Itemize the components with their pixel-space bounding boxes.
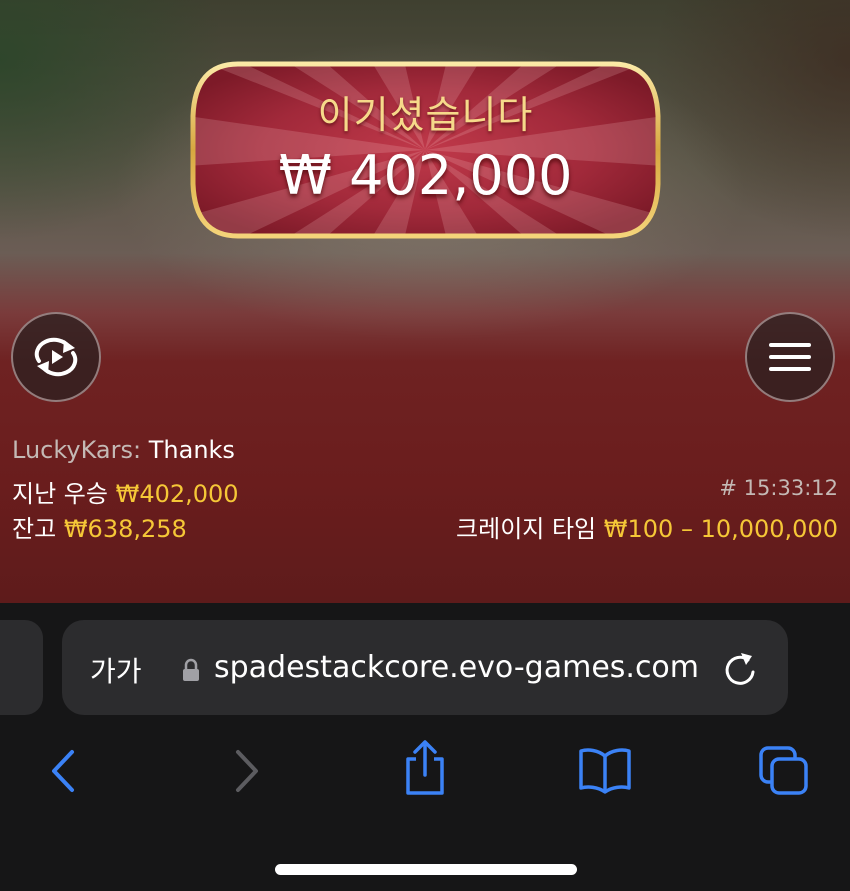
balance-label: 잔고 — [12, 515, 57, 543]
lock-icon — [183, 658, 199, 681]
chat-text: Thanks — [148, 436, 235, 464]
share-icon[interactable] — [402, 739, 448, 797]
game-info-row: 크레이지 타임 ₩100 – 10,000,000 — [456, 509, 838, 544]
url-text[interactable]: spadestackcore.evo-games.com — [214, 650, 699, 685]
game-name: 크레이지 타임 — [456, 515, 597, 543]
last-win-label: 지난 우승 — [12, 480, 108, 508]
reload-icon[interactable] — [722, 650, 758, 688]
last-win-row: 지난 우승 ₩402,000 — [12, 474, 239, 509]
address-bar[interactable]: 가가 spadestackcore.evo-games.com — [62, 620, 788, 715]
forward-icon[interactable] — [232, 748, 262, 794]
menu-button[interactable] — [745, 312, 835, 402]
balance-row: 잔고 ₩638,258 — [12, 509, 187, 544]
tabs-icon[interactable] — [758, 745, 810, 797]
bet-limits: ₩100 – 10,000,000 — [603, 515, 838, 543]
chat-message: LuckyKars: Thanks — [12, 436, 235, 464]
home-indicator[interactable] — [275, 864, 577, 875]
hamburger-menu-icon — [769, 343, 811, 371]
win-amount: ₩ 402,000 — [278, 144, 573, 207]
game-view: 이기셨습니다 ₩ 402,000 LuckyKars: Thanks 지난 우승… — [0, 0, 850, 603]
chat-user: LuckyKars: — [12, 436, 142, 464]
back-icon[interactable] — [48, 748, 78, 794]
bookmarks-icon[interactable] — [578, 746, 632, 794]
text-size-button[interactable]: 가가 — [90, 650, 142, 690]
previous-tab-preview[interactable] — [0, 620, 43, 715]
win-banner: 이기셨습니다 ₩ 402,000 — [188, 56, 663, 244]
replay-button[interactable] — [11, 312, 101, 402]
browser-chrome: 가가 spadestackcore.evo-games.com — [0, 603, 850, 891]
round-id: # 15:33:12 — [719, 476, 838, 500]
balance-value: ₩638,258 — [63, 515, 187, 543]
replay-icon — [34, 337, 78, 377]
win-title: 이기셨습니다 — [317, 93, 534, 137]
last-win-value: ₩402,000 — [115, 480, 239, 508]
